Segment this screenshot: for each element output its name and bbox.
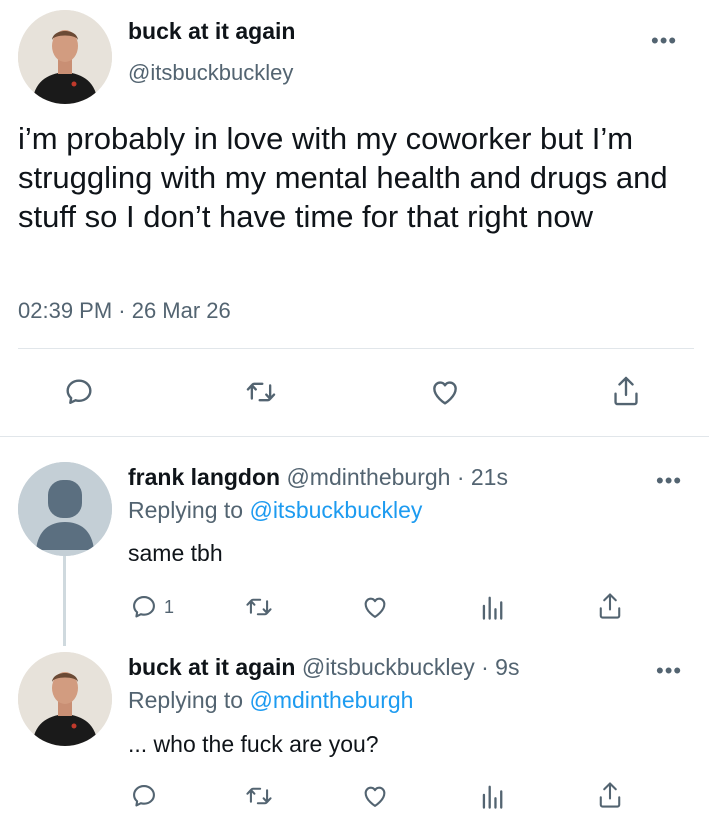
retweet-icon xyxy=(246,598,272,616)
mention-link[interactable]: @itsbuckbuckley xyxy=(249,497,422,523)
reply-button[interactable]: 1 xyxy=(130,593,174,621)
retweet-button[interactable] xyxy=(244,593,274,621)
share-icon xyxy=(599,593,621,619)
retweet-button[interactable] xyxy=(244,376,278,408)
tweet-text: i’m probably in love with my coworker bu… xyxy=(18,121,668,234)
default-profile-icon xyxy=(18,462,112,556)
retweet-icon xyxy=(246,787,272,805)
thread-connector xyxy=(63,556,66,646)
reply-button[interactable] xyxy=(63,376,95,408)
like-icon xyxy=(364,786,386,807)
analytics-icon xyxy=(482,596,503,620)
retweet-icon xyxy=(246,382,276,402)
profile-photo xyxy=(18,652,112,746)
analytics-button[interactable] xyxy=(478,592,506,622)
replying-to-label: Replying to xyxy=(128,687,250,713)
replying-to: Replying to @itsbuckbuckley xyxy=(128,497,422,524)
avatar[interactable] xyxy=(18,462,112,556)
divider xyxy=(0,436,709,437)
share-icon xyxy=(614,376,638,406)
share-button[interactable] xyxy=(610,374,642,408)
analytics-button[interactable] xyxy=(478,781,506,811)
share-button[interactable] xyxy=(596,780,624,810)
avatar[interactable] xyxy=(18,652,112,746)
share-button[interactable] xyxy=(596,591,624,621)
like-icon xyxy=(364,597,386,618)
divider xyxy=(18,348,694,349)
like-button[interactable] xyxy=(360,782,390,810)
display-name[interactable]: frank langdon xyxy=(128,464,280,490)
reply-icon xyxy=(133,596,155,618)
avatar[interactable] xyxy=(18,10,112,104)
display-name[interactable]: buck at it again xyxy=(128,18,295,45)
handle-and-time[interactable]: @mdintheburgh · 21s xyxy=(280,464,508,490)
share-icon xyxy=(599,782,621,808)
more-options-icon[interactable]: ••• xyxy=(656,470,682,492)
reply-icon xyxy=(66,379,92,404)
replying-to: Replying to @mdintheburgh xyxy=(128,687,413,714)
reply-button[interactable] xyxy=(130,782,158,810)
like-button[interactable] xyxy=(360,593,390,621)
like-icon xyxy=(433,381,457,405)
display-name[interactable]: buck at it again xyxy=(128,654,295,680)
replying-to-label: Replying to xyxy=(128,497,250,523)
reply-icon xyxy=(133,785,155,807)
retweet-button[interactable] xyxy=(244,782,274,810)
reply-count: 1 xyxy=(164,596,175,617)
handle-and-time[interactable]: @itsbuckbuckley · 9s xyxy=(295,654,520,680)
analytics-icon xyxy=(482,785,503,809)
more-options-icon[interactable]: ••• xyxy=(656,660,682,682)
user-handle[interactable]: @itsbuckbuckley xyxy=(128,60,293,86)
reply-text: same tbh xyxy=(128,540,223,566)
profile-photo xyxy=(18,10,112,104)
main-tweet: buck at it again @itsbuckbuckley ••• i’m… xyxy=(0,0,709,437)
reply-text: ... who the fuck are you? xyxy=(128,731,379,757)
mention-link[interactable]: @mdintheburgh xyxy=(249,687,413,713)
like-button[interactable] xyxy=(428,376,462,408)
tweet-timestamp[interactable]: 02:39 PM · 26 Mar 26 xyxy=(18,298,231,324)
more-options-icon[interactable]: ••• xyxy=(651,30,677,52)
